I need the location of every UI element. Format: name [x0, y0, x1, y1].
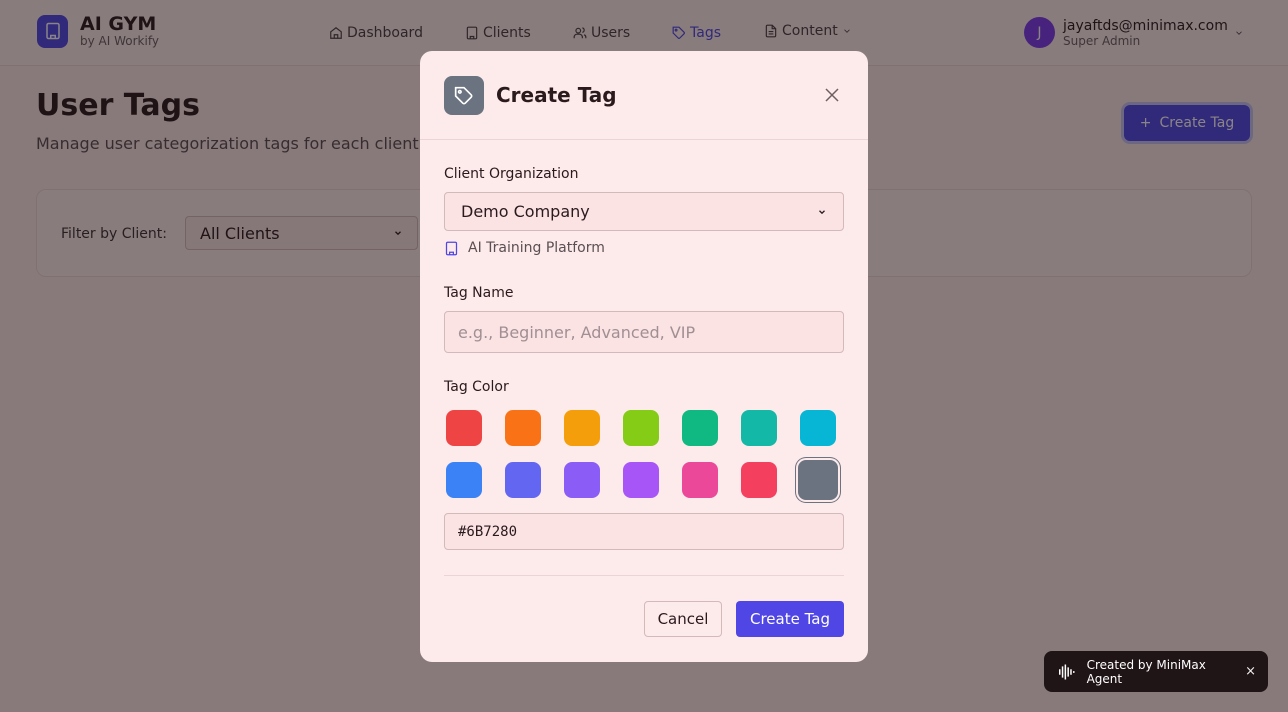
hex-color-input[interactable]: #6B7280 — [444, 513, 844, 550]
client-organization-select[interactable]: Demo Company — [444, 192, 844, 231]
color-swatch[interactable] — [446, 462, 482, 498]
chevron-down-icon — [819, 209, 825, 214]
tag-name-label: Tag Name — [444, 285, 514, 301]
color-swatch[interactable] — [798, 460, 838, 500]
hex-color-value: #6B7280 — [458, 523, 518, 540]
color-swatch[interactable] — [682, 462, 718, 498]
color-swatch[interactable] — [505, 410, 541, 446]
client-description: AI Training Platform — [444, 240, 605, 256]
building-icon — [445, 241, 458, 255]
color-swatch[interactable] — [800, 410, 836, 446]
color-swatch[interactable] — [682, 410, 718, 446]
color-swatch[interactable] — [623, 410, 659, 446]
color-swatch[interactable] — [564, 462, 600, 498]
tag-color-label: Tag Color — [444, 379, 509, 395]
close-icon[interactable]: × — [1245, 664, 1256, 679]
submit-create-tag-button[interactable]: Create Tag — [736, 601, 844, 637]
minimax-badge-text: Created by MiniMax Agent — [1086, 657, 1206, 686]
color-swatch[interactable] — [741, 462, 777, 498]
cancel-button[interactable]: Cancel — [644, 601, 722, 637]
waveform-icon — [1058, 664, 1075, 679]
modal-title: Create Tag — [496, 83, 617, 107]
tag-icon — [444, 76, 484, 115]
minimax-badge: Created by MiniMax Agent × — [1044, 651, 1268, 692]
tag-name-input[interactable]: e.g., Beginner, Advanced, VIP — [444, 311, 844, 353]
modal-header: Create Tag — [420, 51, 868, 140]
modal-divider — [444, 575, 844, 576]
color-swatch[interactable] — [623, 462, 659, 498]
client-description-text: AI Training Platform — [468, 240, 605, 256]
close-icon[interactable] — [821, 84, 843, 106]
color-swatch[interactable] — [564, 410, 600, 446]
tag-name-placeholder: e.g., Beginner, Advanced, VIP — [458, 322, 696, 342]
client-organization-label: Client Organization — [444, 166, 579, 182]
create-tag-modal: Create Tag Client Organization Demo Comp… — [420, 51, 868, 662]
color-swatch[interactable] — [741, 410, 777, 446]
color-swatch[interactable] — [505, 462, 541, 498]
color-swatch[interactable] — [446, 410, 482, 446]
client-organization-value: Demo Company — [461, 202, 590, 221]
